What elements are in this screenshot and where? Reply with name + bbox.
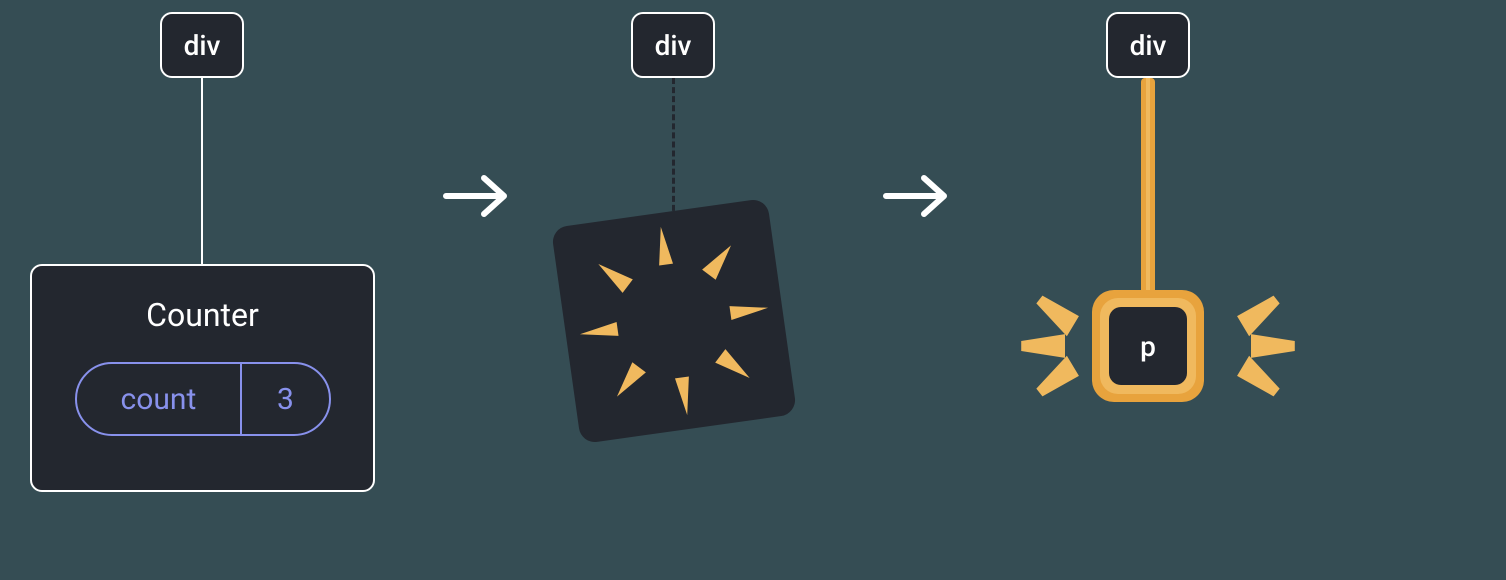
arrow-icon [440,168,518,224]
destroyed-component [551,198,797,444]
arrow-icon [880,168,958,224]
highlight-ring: p [1100,298,1196,394]
parent-div-node: div [1106,12,1190,78]
stage-after: div p [978,12,1358,562]
node-label: div [184,29,221,62]
tree-connector-highlight-inner [1146,78,1150,298]
counter-component-node: Counter count 3 [30,264,375,492]
stage-destroy: div [575,12,875,562]
tree-connector [201,78,203,264]
stage-before: div Counter count 3 [30,12,400,562]
new-element-node: p [1092,290,1204,402]
node-label: div [1130,29,1167,62]
state-pill: count 3 [75,362,331,436]
state-value-label: 3 [242,364,328,434]
node-label: div [655,29,692,62]
burst-icon [551,198,797,444]
component-name: Counter [146,296,259,334]
tree-connector-dashed [672,78,675,220]
node-label: p [1109,307,1187,385]
state-key-label: count [77,364,243,434]
parent-div-node: div [160,12,244,78]
parent-div-node: div [631,12,715,78]
